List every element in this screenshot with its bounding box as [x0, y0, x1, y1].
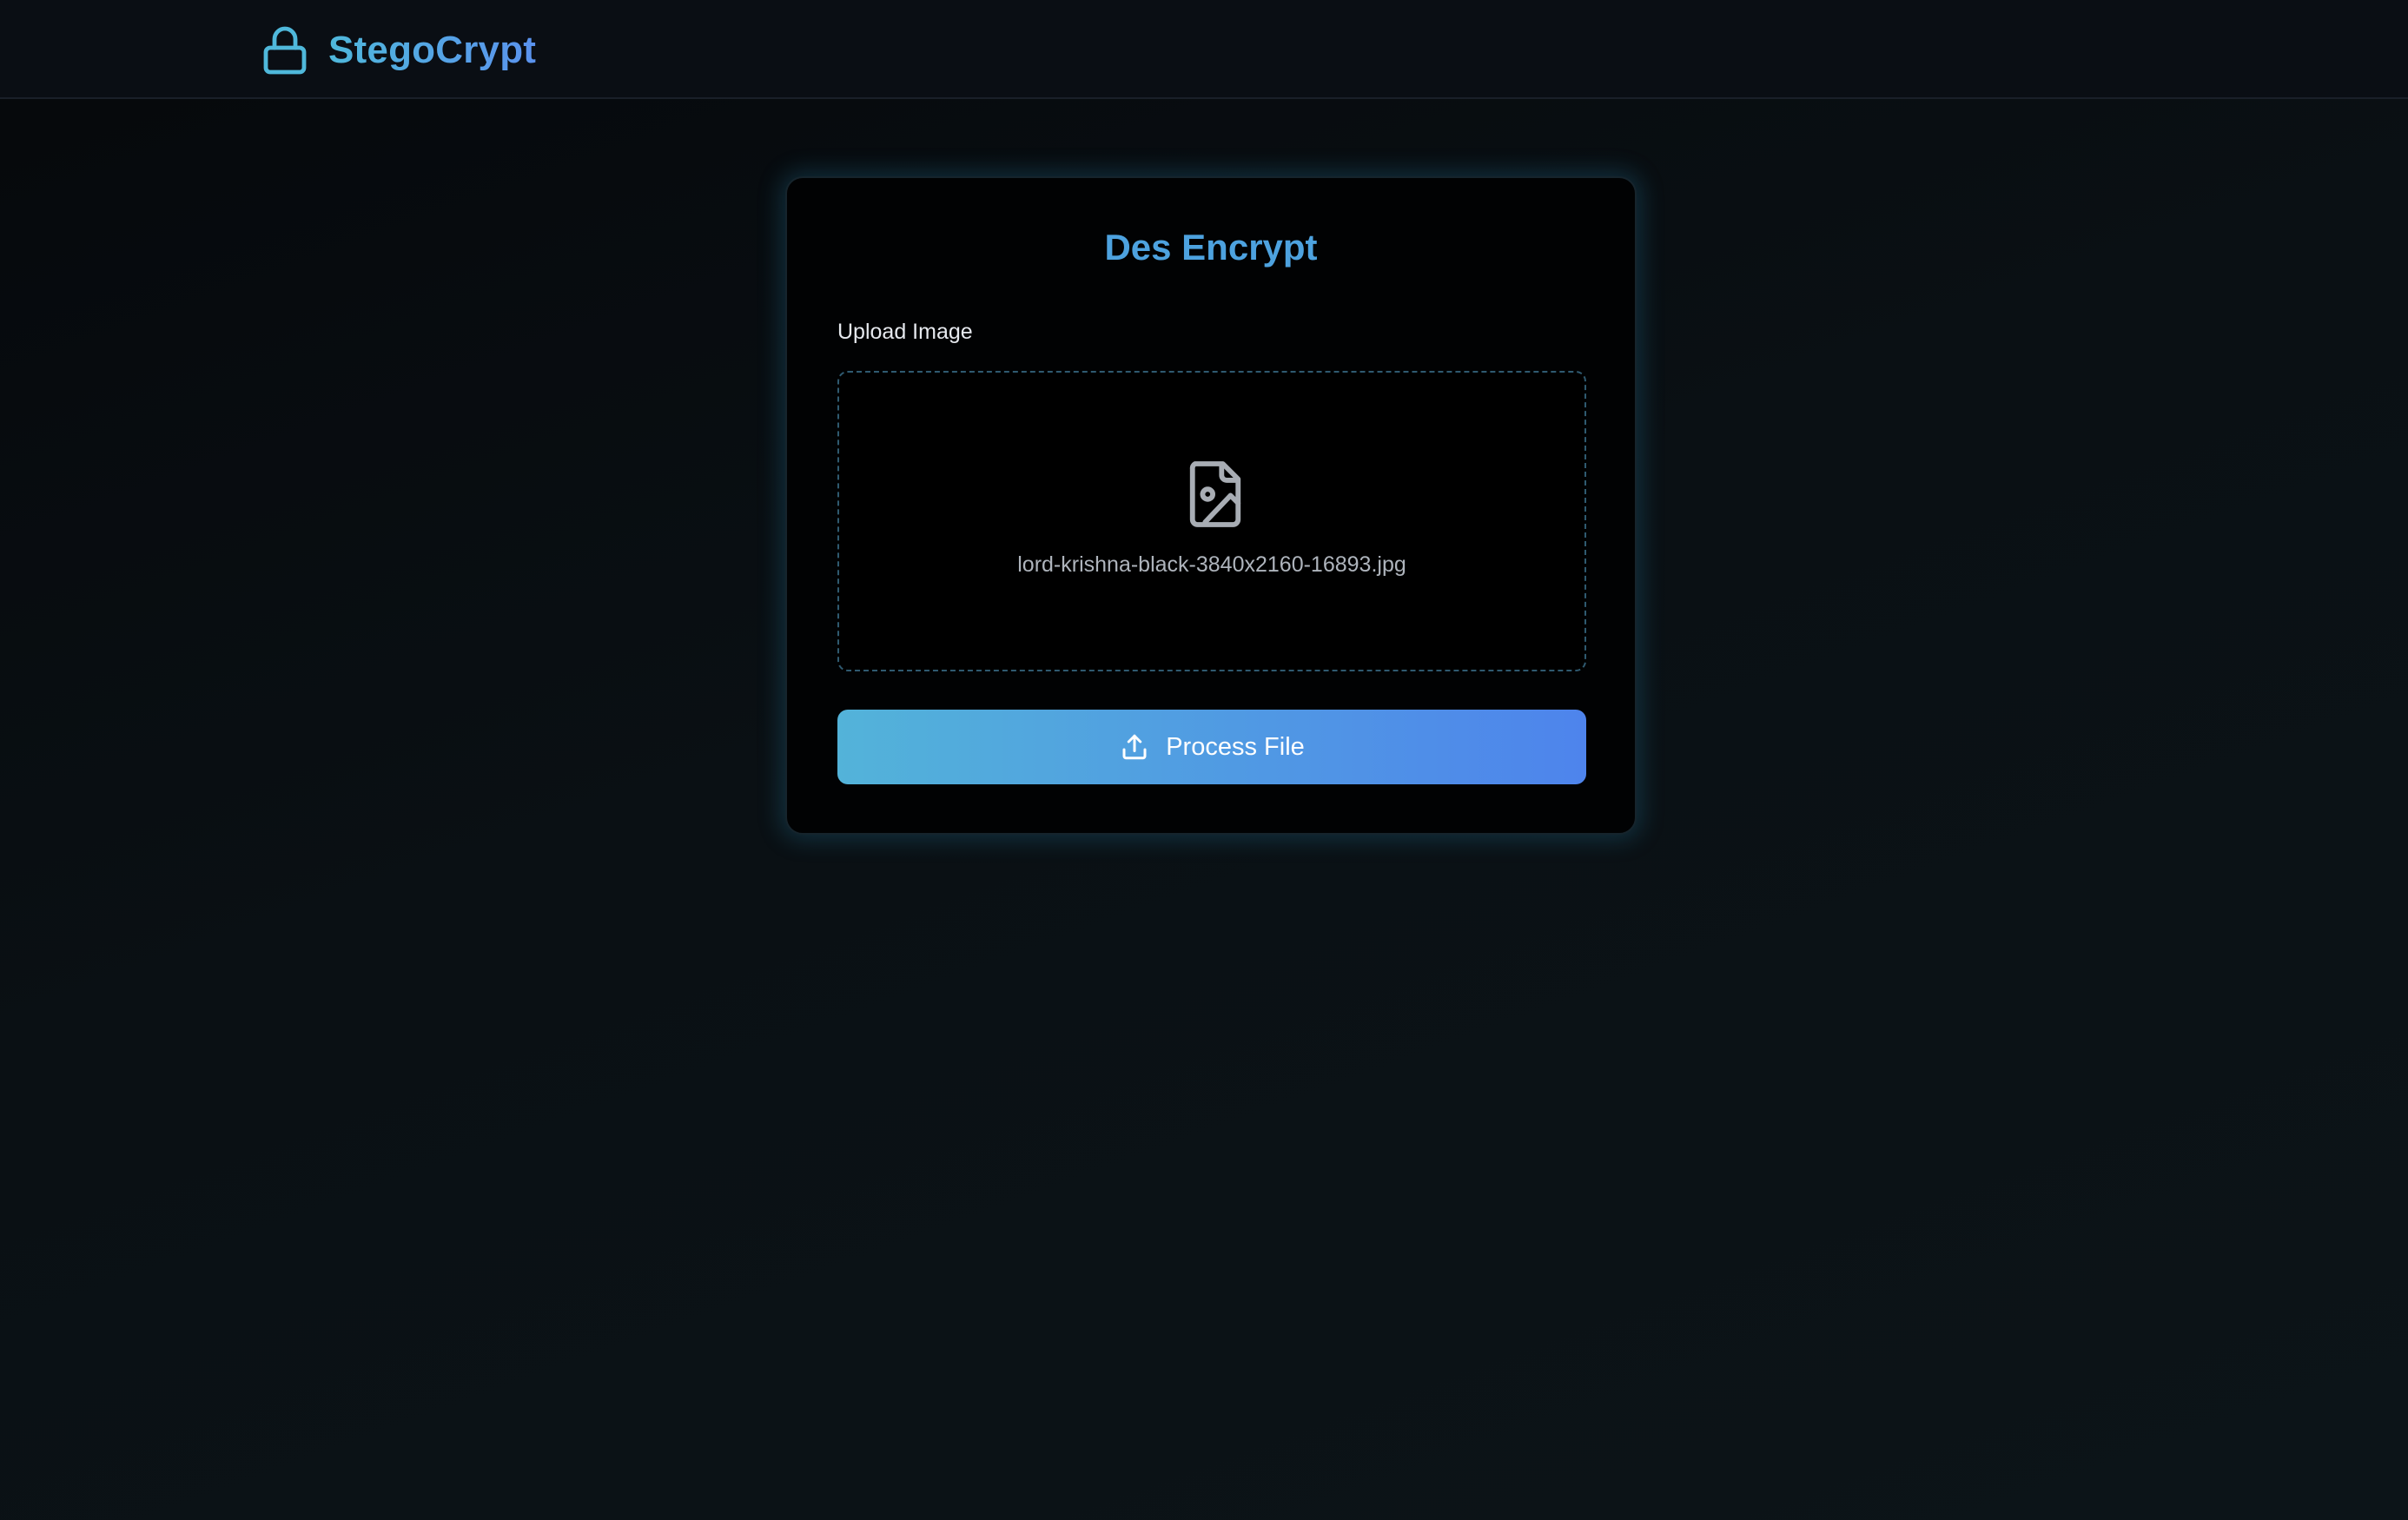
brand-logo[interactable]: StegoCrypt — [261, 24, 536, 76]
page-title: Des Encrypt — [1104, 227, 1318, 268]
upload-image-label: Upload Image — [837, 320, 973, 344]
top-navbar: StegoCrypt — [0, 0, 2408, 99]
image-file-icon — [1189, 461, 1241, 527]
brand-name: StegoCrypt — [328, 24, 536, 76]
image-dropzone[interactable]: lord-krishna-black-3840x2160-16893.jpg — [837, 371, 1586, 671]
selected-file-name: lord-krishna-black-3840x2160-16893.jpg — [1017, 552, 1406, 577]
process-file-button[interactable]: Process File — [837, 710, 1586, 784]
lock-icon — [263, 26, 307, 75]
process-file-label: Process File — [1166, 733, 1305, 761]
upload-icon — [1122, 734, 1147, 760]
encrypt-card: Des Encrypt Upload Image lord-krishna-bl… — [785, 176, 1637, 835]
